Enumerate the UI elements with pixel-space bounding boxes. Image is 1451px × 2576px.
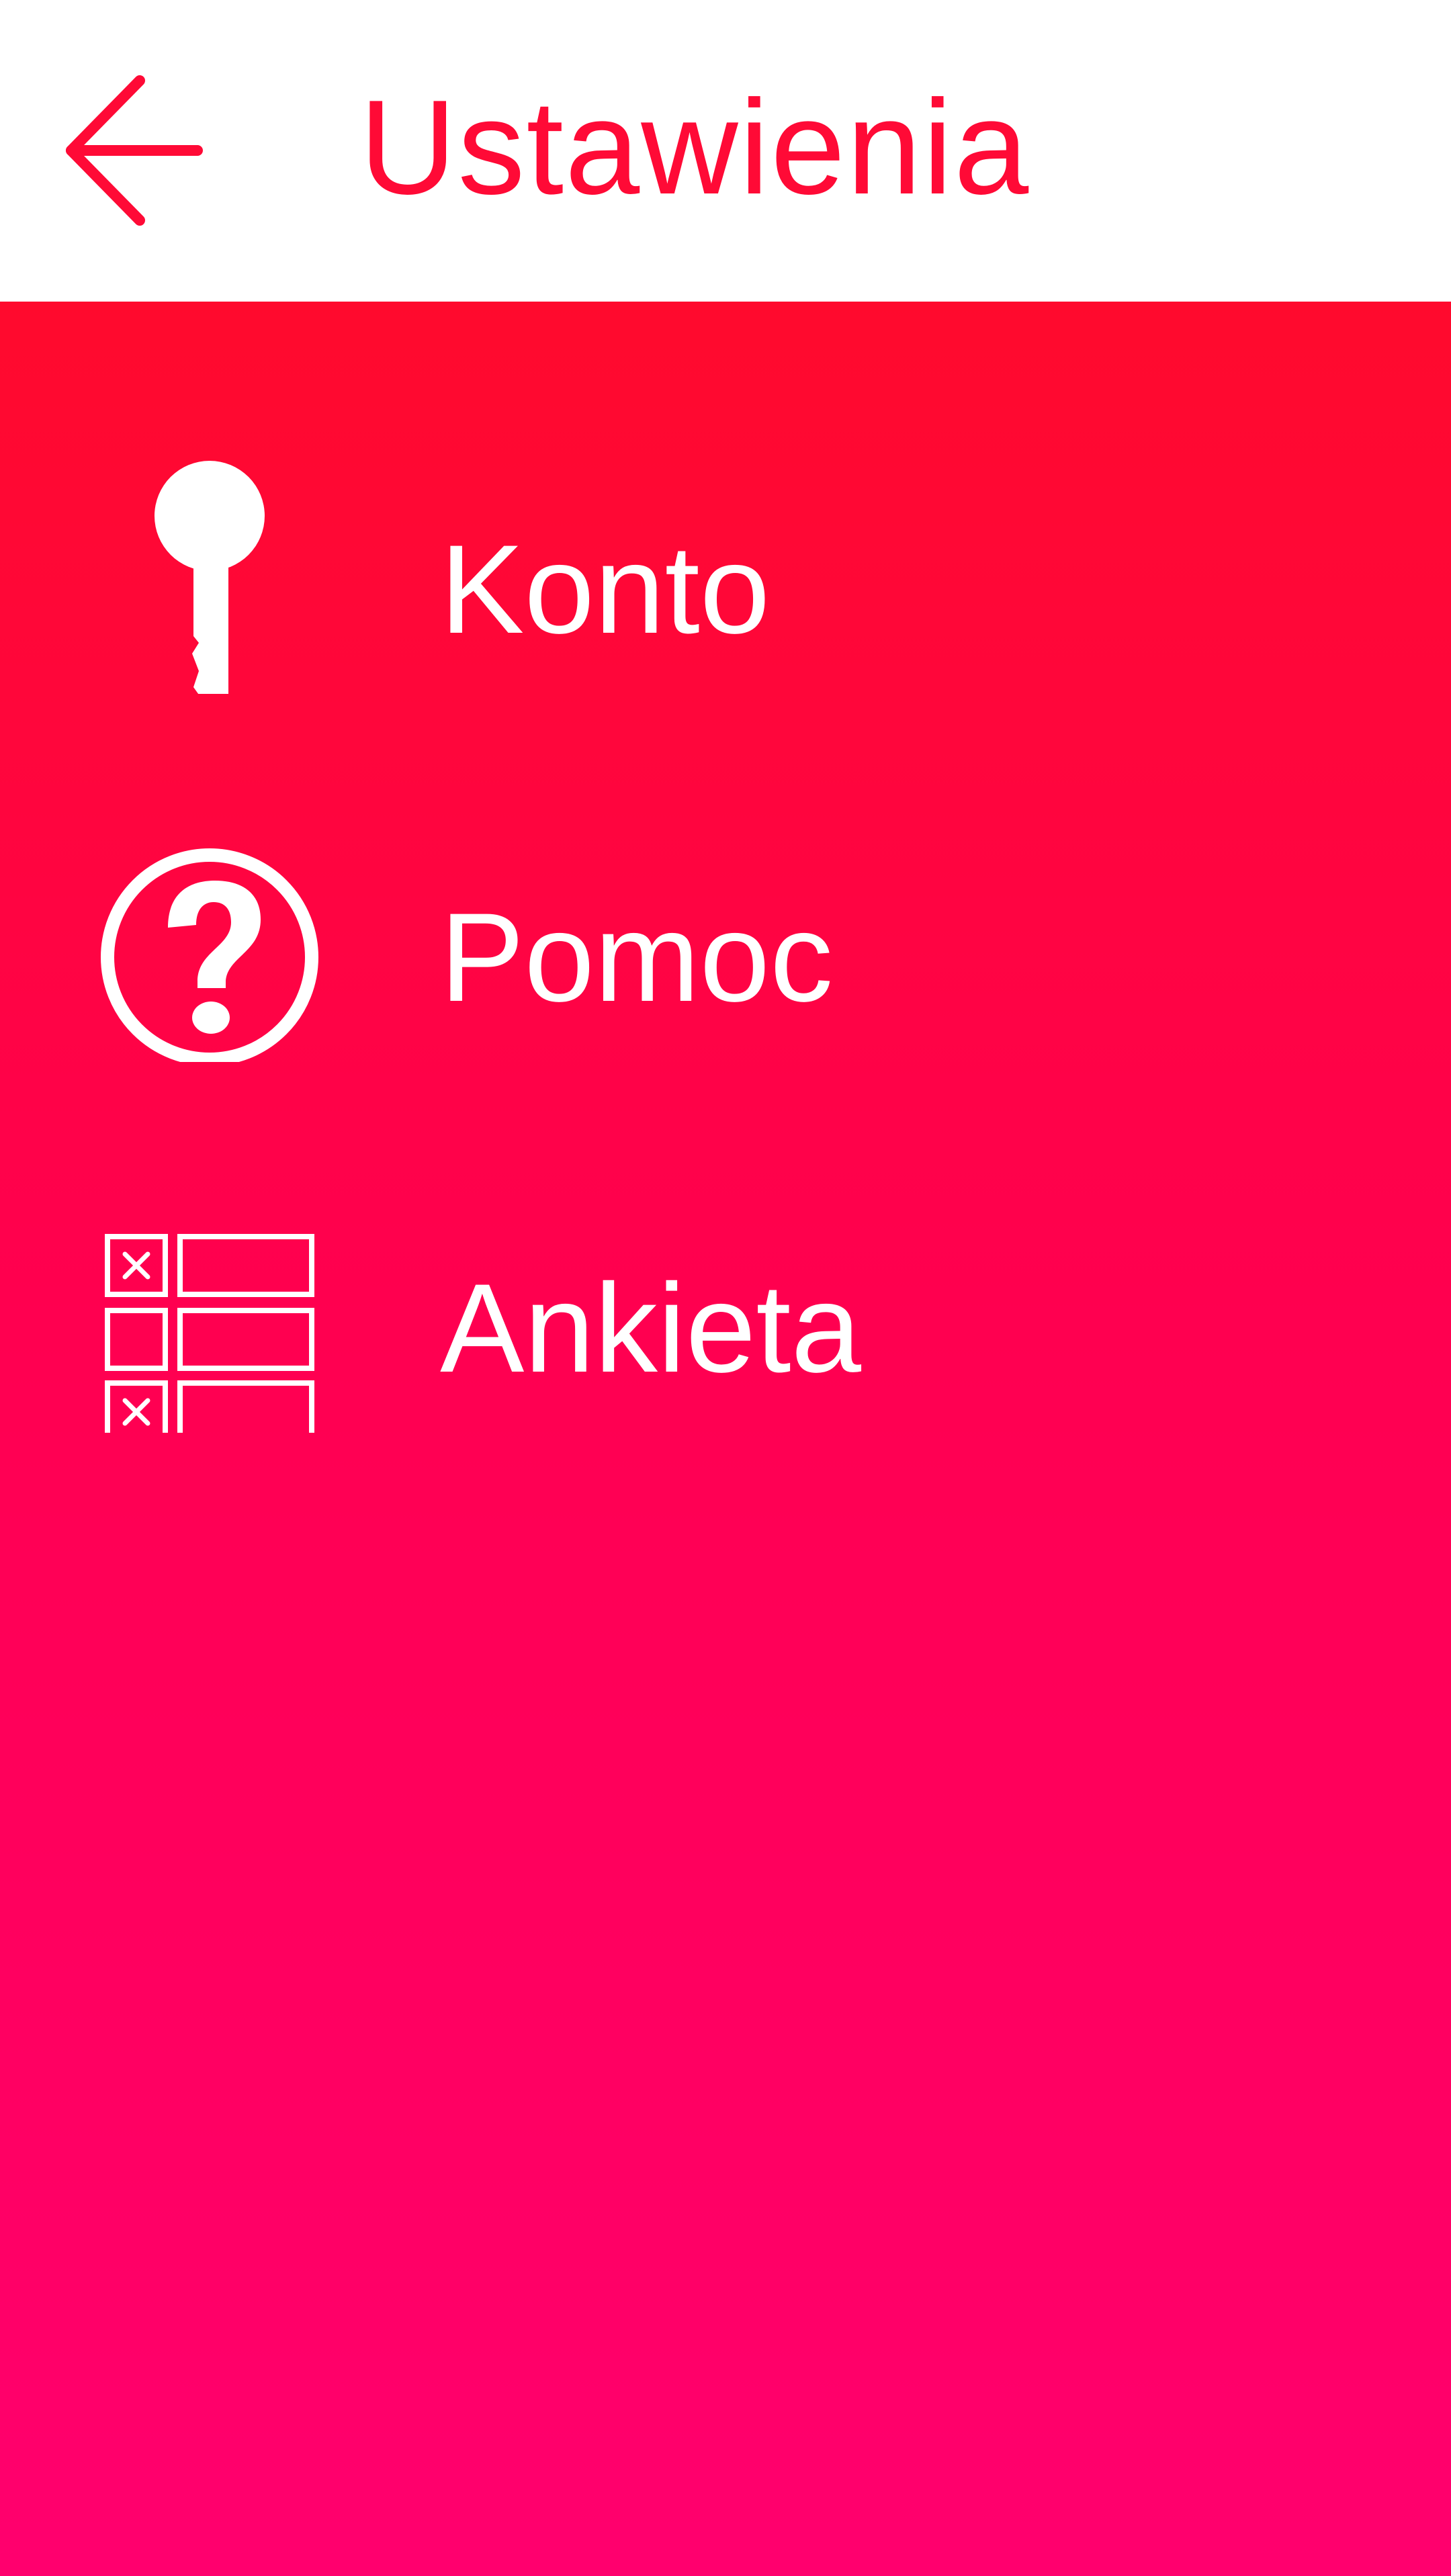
key-icon bbox=[87, 452, 329, 694]
menu-item-label: Konto bbox=[440, 519, 771, 660]
back-button[interactable] bbox=[47, 60, 222, 235]
help-circle-icon bbox=[87, 820, 329, 1062]
menu-item-label: Pomoc bbox=[440, 887, 834, 1028]
arrow-left-icon bbox=[66, 75, 203, 226]
menu-item-help[interactable]: Pomoc bbox=[0, 807, 1451, 1075]
page-title: Ustawienia bbox=[359, 73, 1030, 222]
menu-item-account[interactable]: Konto bbox=[0, 439, 1451, 707]
app-bar: Ustawienia bbox=[0, 0, 1451, 302]
survey-checklist-icon bbox=[87, 1191, 329, 1433]
menu-item-label: Ankieta bbox=[440, 1257, 862, 1398]
settings-menu: Konto Pomoc Ankieta bbox=[0, 302, 1451, 2576]
menu-item-survey[interactable]: Ankieta bbox=[0, 1178, 1451, 1446]
settings-screen: Ustawienia Konto Pomoc Ankieta bbox=[0, 0, 1451, 2576]
